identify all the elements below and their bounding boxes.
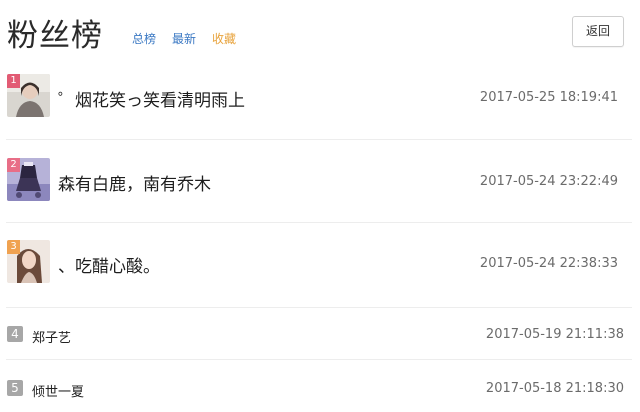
- divider: [6, 307, 632, 308]
- fan-date: 2017-05-24 23:22:49: [479, 174, 618, 189]
- list-item[interactable]: 1 ゜烟花笑っ笑看清明雨上 2017-05-25 18:19:41: [0, 64, 640, 146]
- list-item[interactable]: 5 倾世一夏 2017-05-18 21:18:30: [0, 366, 640, 412]
- fan-name[interactable]: 、吃醋心酸。: [58, 252, 160, 277]
- divider: [6, 359, 632, 360]
- avatar[interactable]: 1: [7, 74, 50, 117]
- fan-date: 2017-05-25 18:19:41: [479, 90, 618, 105]
- rank-badge: 5: [7, 380, 23, 396]
- tab-favorites[interactable]: 收藏: [212, 30, 236, 47]
- avatar[interactable]: 2: [7, 158, 50, 201]
- rank-badge: 2: [7, 158, 20, 172]
- back-button[interactable]: 返回: [572, 16, 624, 47]
- list-item[interactable]: 3 、吃醋心酸。 2017-05-24 22:38:33: [0, 230, 640, 312]
- tab-overall[interactable]: 总榜: [132, 30, 156, 47]
- fan-date: 2017-05-19 21:11:38: [485, 327, 624, 342]
- page-title: 粉丝榜: [7, 18, 103, 54]
- divider: [6, 222, 632, 223]
- fan-name[interactable]: 森有白鹿，南有乔木: [58, 170, 211, 195]
- rank-badge: 3: [7, 240, 20, 254]
- fan-name[interactable]: ゜烟花笑っ笑看清明雨上: [58, 86, 245, 111]
- list-item[interactable]: 4 郑子艺 2017-05-19 21:11:38: [0, 312, 640, 358]
- fan-name[interactable]: 郑子艺: [32, 327, 71, 346]
- page-header: 粉丝榜 总榜 最新 收藏 返回: [0, 0, 640, 64]
- fan-date: 2017-05-24 22:38:33: [479, 256, 618, 271]
- list-item[interactable]: 2 森有白鹿，南有乔木 2017-05-24 23:22:49: [0, 148, 640, 230]
- fan-date: 2017-05-18 21:18:30: [485, 381, 624, 396]
- fan-name[interactable]: 倾世一夏: [32, 381, 84, 400]
- divider: [6, 139, 632, 140]
- rank-badge: 4: [7, 326, 23, 342]
- rank-badge: 1: [7, 74, 20, 88]
- tab-latest[interactable]: 最新: [172, 30, 196, 47]
- avatar[interactable]: 3: [7, 240, 50, 283]
